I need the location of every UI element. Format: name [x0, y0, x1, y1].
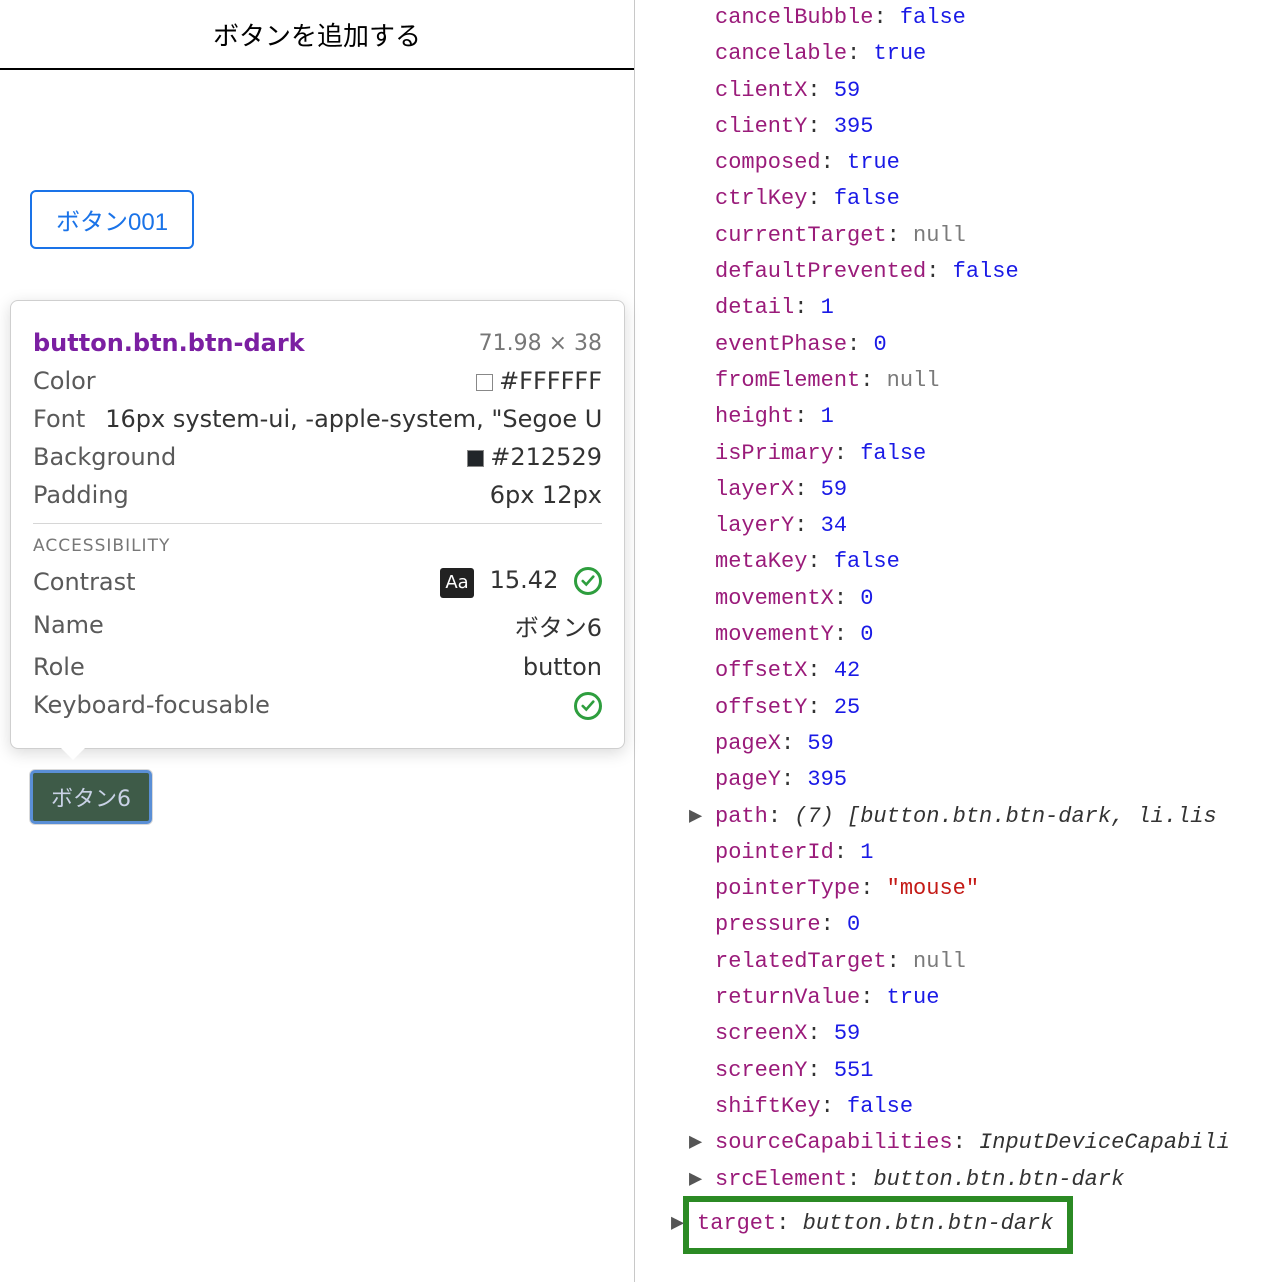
a11y-section-title: ACCESSIBILITY — [33, 536, 602, 556]
console-property-row[interactable]: composed: true — [715, 145, 1280, 181]
element-inspector-tooltip: button.btn.btn-dark 71.98 × 38 Color #FF… — [10, 300, 625, 749]
console-property-row[interactable]: currentTarget: null — [715, 218, 1280, 254]
check-icon — [574, 692, 602, 720]
inspector-selector: button.btn.btn-dark — [33, 329, 305, 357]
button-6-dark[interactable]: ボタン6 — [30, 770, 152, 824]
expand-arrow-icon[interactable]: ▶ — [689, 799, 703, 835]
a11y-role-label: Role — [33, 653, 85, 681]
console-property-row[interactable]: movementY: 0 — [715, 617, 1280, 653]
console-property-row[interactable]: returnValue: true — [715, 980, 1280, 1016]
console-property-row[interactable]: pointerId: 1 — [715, 835, 1280, 871]
a11y-name-value: ボタン6 — [515, 608, 602, 643]
console-property-row[interactable]: pageY: 395 — [715, 762, 1280, 798]
console-property-row[interactable]: pageX: 59 — [715, 726, 1280, 762]
console-property-row[interactable]: offsetY: 25 — [715, 690, 1280, 726]
header-title: ボタンを追加する — [213, 16, 421, 53]
console-property-row[interactable]: cancelable: true — [715, 36, 1280, 72]
console-property-row[interactable]: defaultPrevented: false — [715, 254, 1280, 290]
bg-swatch-icon — [467, 450, 484, 467]
inspector-color-label: Color — [33, 367, 96, 395]
console-property-row[interactable]: screenX: 59 — [715, 1016, 1280, 1052]
contrast-badge-icon: Aa — [440, 568, 474, 598]
divider — [33, 523, 602, 524]
console-property-row[interactable]: offsetX: 42 — [715, 653, 1280, 689]
console-property-row[interactable]: detail: 1 — [715, 290, 1280, 326]
color-swatch-icon — [476, 374, 493, 391]
a11y-role-value: button — [523, 653, 602, 681]
highlighted-target-row[interactable]: ▶target: button.btn.btn-dark — [683, 1196, 1073, 1254]
contrast-label: Contrast — [33, 568, 136, 596]
inspector-font-value: 16px system-ui, -apple-system, "Segoe U.… — [105, 405, 602, 433]
expand-arrow-icon[interactable]: ▶ — [671, 1206, 685, 1242]
button-001[interactable]: ボタン001 — [30, 190, 194, 249]
console-property-row[interactable]: clientX: 59 — [715, 73, 1280, 109]
console-property-row[interactable]: movementX: 0 — [715, 581, 1280, 617]
page-preview-panel: ボタンを追加する ボタン001 button.btn.btn-dark 71.9… — [0, 0, 635, 1282]
expand-arrow-icon[interactable]: ▶ — [689, 1162, 703, 1198]
inspector-dimensions: 71.98 × 38 — [479, 331, 602, 356]
console-property-row[interactable]: screenY: 551 — [715, 1053, 1280, 1089]
a11y-name-label: Name — [33, 611, 104, 639]
console-property-row[interactable]: isPrimary: false — [715, 436, 1280, 472]
expand-arrow-icon[interactable]: ▶ — [689, 1125, 703, 1161]
inspector-font-label: Font — [33, 405, 85, 433]
console-property-row[interactable]: eventPhase: 0 — [715, 327, 1280, 363]
inspector-bg-label: Background — [33, 443, 176, 471]
console-property-row[interactable]: ▶path: (7) [button.btn.btn-dark, li.lis — [715, 799, 1280, 835]
console-property-row[interactable]: ctrlKey: false — [715, 181, 1280, 217]
console-property-row[interactable]: metaKey: false — [715, 544, 1280, 580]
console-property-row[interactable]: clientY: 395 — [715, 109, 1280, 145]
inspector-padding-label: Padding — [33, 481, 129, 509]
contrast-value: Aa 15.42 — [440, 566, 602, 598]
console-property-row[interactable]: ▶srcElement: button.btn.btn-dark — [715, 1162, 1280, 1198]
devtools-console-panel[interactable]: cancelBubble: falsecancelable: trueclien… — [635, 0, 1280, 1282]
inspector-padding-value: 6px 12px — [490, 481, 602, 509]
console-property-row[interactable]: shiftKey: false — [715, 1089, 1280, 1125]
console-property-row[interactable]: pointerType: "mouse" — [715, 871, 1280, 907]
console-property-row[interactable]: height: 1 — [715, 399, 1280, 435]
console-property-row[interactable]: relatedTarget: null — [715, 944, 1280, 980]
inspector-color-value: #FFFFFF — [476, 367, 602, 395]
check-icon — [574, 567, 602, 595]
header: ボタンを追加する — [0, 0, 634, 70]
console-property-row[interactable]: ▶sourceCapabilities: InputDeviceCapabili — [715, 1125, 1280, 1161]
console-property-row[interactable]: layerX: 59 — [715, 472, 1280, 508]
console-property-row[interactable]: layerY: 34 — [715, 508, 1280, 544]
console-property-row[interactable]: pressure: 0 — [715, 907, 1280, 943]
console-property-row[interactable]: fromElement: null — [715, 363, 1280, 399]
kb-focusable-label: Keyboard-focusable — [33, 691, 270, 719]
inspector-bg-value: #212529 — [467, 443, 602, 471]
kb-focusable-value — [566, 691, 602, 720]
console-property-row[interactable]: cancelBubble: false — [715, 0, 1280, 36]
